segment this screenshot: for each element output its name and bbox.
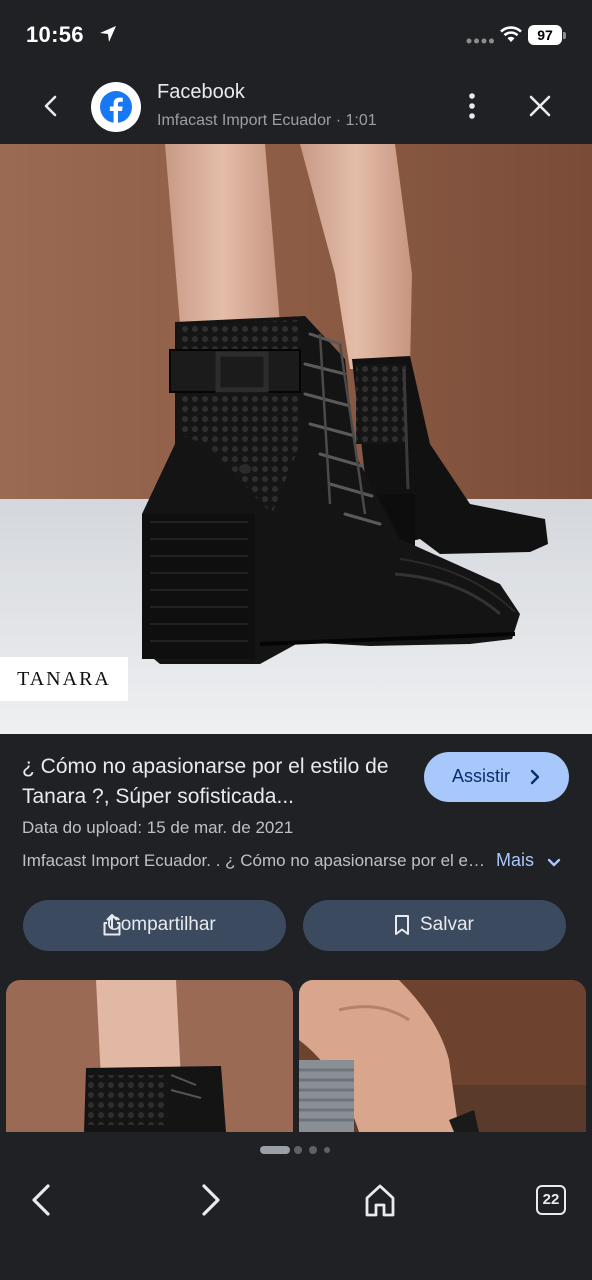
more-vert-icon[interactable] — [460, 90, 484, 122]
upload-date: Data do upload: 15 de mar. de 2021 — [22, 818, 294, 837]
main-image[interactable]: TANARA — [0, 144, 592, 734]
share-button[interactable]: Compartilhar — [23, 900, 286, 951]
close-icon[interactable] — [524, 90, 556, 122]
home-icon[interactable] — [362, 1181, 398, 1219]
result-title[interactable]: ¿ Cómo no apasionarse por el estilo de T… — [22, 752, 412, 812]
signal-dots-icon — [466, 38, 494, 44]
related-thumbnail[interactable] — [299, 980, 586, 1132]
back-arrow-icon[interactable] — [34, 88, 70, 124]
facebook-icon — [100, 91, 132, 123]
chevron-right-icon — [530, 769, 540, 785]
chevron-down-icon[interactable] — [546, 856, 562, 870]
back-icon[interactable] — [24, 1180, 60, 1220]
tabs-icon[interactable]: 22 — [536, 1185, 566, 1215]
more-link[interactable]: Mais — [496, 850, 534, 871]
result-description: Imfacast Import Ecuador. . ¿ Cómo no apa… — [22, 851, 492, 870]
source-subtitle: Imfacast Import Ecuador · 1:01 — [157, 112, 377, 129]
viewer-header: Facebook Imfacast Import Ecuador · 1:01 — [0, 70, 592, 144]
status-bar: 10:56 97 — [0, 0, 592, 70]
related-thumbnail[interactable] — [6, 980, 293, 1132]
source-title[interactable]: Facebook — [157, 81, 245, 104]
wifi-icon — [500, 26, 522, 42]
battery-icon: 97 — [528, 25, 566, 45]
forward-icon[interactable] — [192, 1180, 228, 1220]
share-button-label: Compartilhar — [107, 914, 216, 935]
status-time: 10:56 — [26, 22, 84, 47]
battery-level: 97 — [528, 25, 562, 45]
watch-button[interactable]: Assistir — [424, 752, 569, 802]
thumbnail-image — [299, 980, 586, 1132]
page-indicator — [260, 1146, 330, 1154]
brand-tag: TANARA — [0, 657, 128, 701]
location-arrow-icon — [100, 26, 116, 42]
watch-button-label: Assistir — [452, 766, 510, 786]
boots-photo — [0, 144, 592, 734]
bookmark-icon — [395, 915, 409, 935]
save-button-label: Salvar — [420, 914, 474, 935]
facebook-logo — [91, 82, 141, 132]
save-button[interactable]: Salvar — [303, 900, 566, 951]
thumbnail-image — [6, 980, 293, 1132]
